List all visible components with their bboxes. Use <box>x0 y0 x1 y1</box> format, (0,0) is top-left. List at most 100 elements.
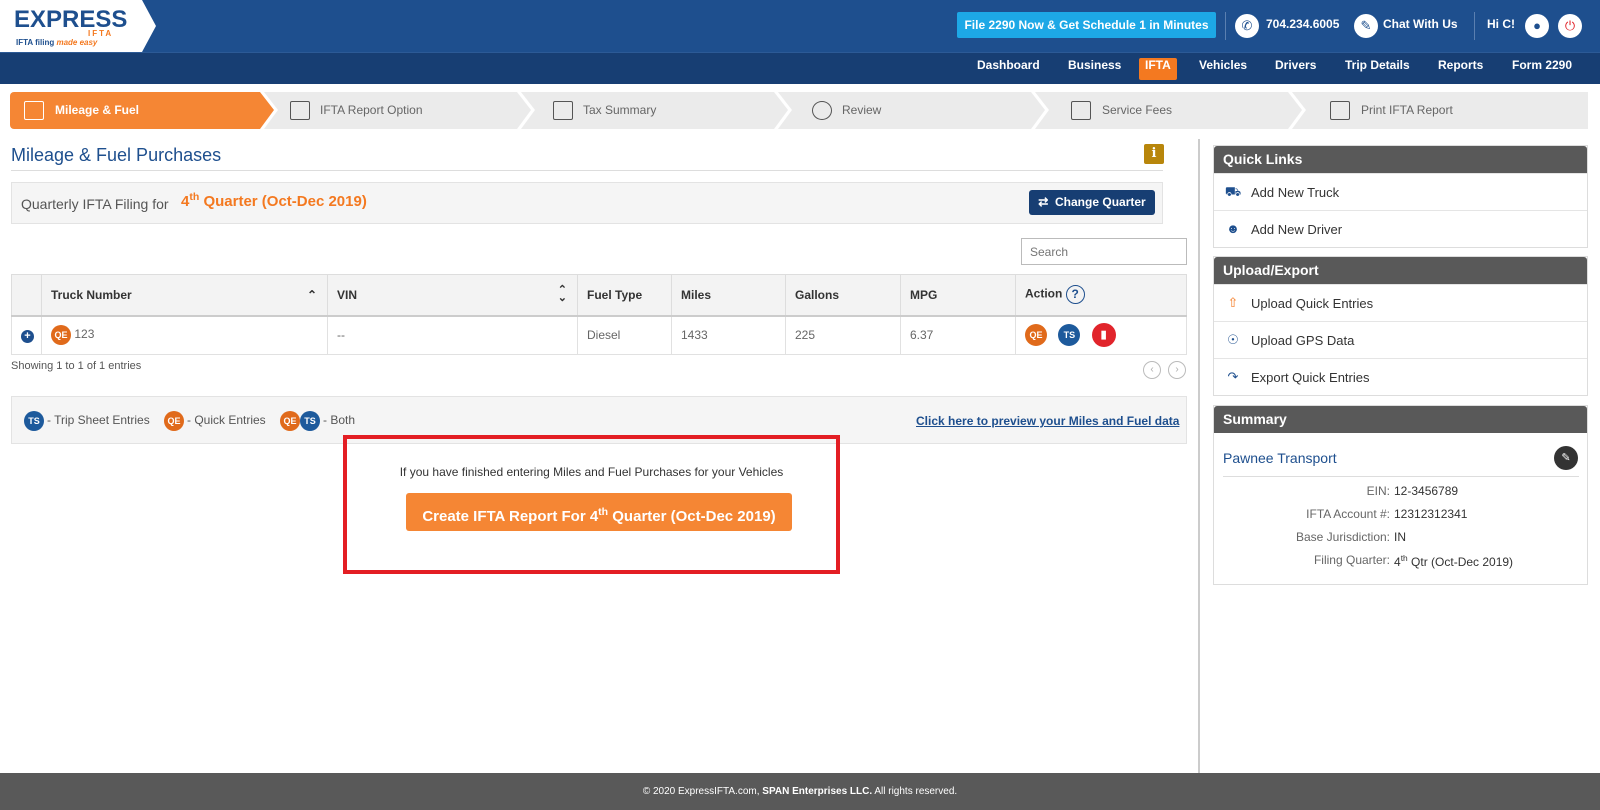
column-action: Action ? <box>1015 274 1187 317</box>
next-page-icon[interactable]: › <box>1168 361 1186 379</box>
business-name: Pawnee Transport <box>1223 450 1337 466</box>
table-header-row: Truck Number ⌃ VIN ⌃ ⌄ Fuel Type Miles Gall… <box>11 274 1187 317</box>
fuel-pump-icon <box>24 101 44 120</box>
create-report-highlight: If you have finished entering Miles and … <box>343 435 840 574</box>
edit-pencil-icon[interactable]: ✎ <box>1554 446 1578 470</box>
step-label: IFTA Report Option <box>320 103 423 117</box>
nav-dashboard[interactable]: Dashboard <box>971 58 1046 80</box>
table-info: Showing 1 to 1 of 1 entries <box>11 360 142 372</box>
export-icon: ↷ <box>1227 369 1239 384</box>
quick-entry-action-icon[interactable]: QE <box>1025 324 1047 347</box>
nav-form-2290[interactable]: Form 2290 <box>1506 58 1578 80</box>
quick-entry-badge-icon: QE <box>280 411 300 431</box>
vehicles-table: Truck Number ⌃ VIN ⌃ ⌄ Fuel Type Miles Gall… <box>11 274 1187 355</box>
prev-page-icon[interactable]: ‹ <box>1143 361 1161 379</box>
search-input[interactable] <box>1021 238 1187 265</box>
column-mpg: MPG <box>900 274 1016 317</box>
base-jurisdiction-label: Base Jurisdiction: <box>1295 530 1390 544</box>
cta-hint: If you have finished entering Miles and … <box>399 465 784 479</box>
quick-links-panel: Quick Links ⛟ Add New Truck ☻ Add New Dr… <box>1213 145 1588 248</box>
calculator-icon <box>553 101 573 120</box>
link-label: Add New Driver <box>1251 222 1343 237</box>
base-jurisdiction-value: IN <box>1394 530 1406 544</box>
user-profile-icon[interactable]: ● <box>1525 14 1549 38</box>
add-new-driver-link[interactable]: ☻ Add New Driver <box>1214 210 1587 247</box>
sort-icon[interactable]: ⌃ ⌄ <box>558 285 567 304</box>
delete-icon[interactable]: ▮ <box>1091 323 1116 348</box>
truck-number-cell: QE 123 <box>41 315 328 355</box>
nav-drivers[interactable]: Drivers <box>1269 58 1322 80</box>
footer-rights: All rights reserved. <box>874 786 958 797</box>
export-quick-entries-link[interactable]: ↷ Export Quick Entries <box>1214 358 1587 395</box>
truck-number: 123 <box>74 327 95 342</box>
step-arrow <box>260 92 274 129</box>
trip-sheet-badge-icon: TS <box>24 411 44 431</box>
file-2290-promo-button[interactable]: File 2290 Now & Get Schedule 1 in Minute… <box>957 12 1216 38</box>
upload-export-title: Upload/Export <box>1214 257 1587 284</box>
upload-export-panel: Upload/Export ⇧ Upload Quick Entries ☉ U… <box>1213 256 1588 396</box>
add-driver-icon: ☻ <box>1226 221 1240 236</box>
nav-vehicles[interactable]: Vehicles <box>1193 58 1253 80</box>
step-ifta-report-option[interactable]: IFTA Report Option <box>264 92 535 129</box>
trip-sheet-badge-icon: TS <box>300 411 320 431</box>
create-ifta-report-button[interactable]: Create IFTA Report For 4th Quarter (Oct-… <box>406 493 792 531</box>
expand-row-icon[interactable]: + <box>21 329 34 343</box>
legend-trip-sheet: TS - Trip Sheet Entries <box>24 411 150 431</box>
cash-register-icon <box>1071 101 1091 120</box>
step-review[interactable]: Review <box>778 92 1049 129</box>
fuel-type-cell: Diesel <box>577 315 672 355</box>
step-print-ifta-report[interactable]: Print IFTA Report <box>1292 92 1588 129</box>
phone-icon: ✆ <box>1235 14 1259 38</box>
nav-reports[interactable]: Reports <box>1432 58 1489 80</box>
add-new-truck-link[interactable]: ⛟ Add New Truck <box>1214 173 1587 210</box>
step-arrow <box>1288 92 1302 129</box>
vin-cell: -- <box>327 315 578 355</box>
step-mileage-fuel[interactable]: Mileage & Fuel <box>10 92 278 129</box>
shuffle-icon: ⇄ <box>1038 195 1049 209</box>
footer-company: SPAN Enterprises LLC. <box>762 786 873 797</box>
chat-with-us-link[interactable]: Chat With Us <box>1383 17 1458 31</box>
trip-sheet-action-icon[interactable]: TS <box>1058 324 1081 347</box>
step-label: Service Fees <box>1102 103 1173 117</box>
power-logout-icon[interactable]: ⏻ <box>1558 14 1582 38</box>
link-label: Add New Truck <box>1251 185 1340 200</box>
link-label: Upload Quick Entries <box>1251 296 1374 311</box>
sort-asc-icon[interactable]: ⌃ <box>307 288 317 302</box>
progress-steps: Mileage & Fuel IFTA Report Option Tax Su… <box>10 92 1588 129</box>
column-miles: Miles <box>671 274 786 317</box>
step-tax-summary[interactable]: Tax Summary <box>521 92 792 129</box>
step-label: Review <box>842 103 882 117</box>
nav-business[interactable]: Business <box>1062 58 1127 80</box>
chat-icon[interactable]: ✎ <box>1354 14 1378 38</box>
quick-entry-badge-icon: QE <box>164 411 184 431</box>
logo-divider <box>142 0 156 52</box>
column-truck-number[interactable]: Truck Number ⌃ <box>41 274 328 317</box>
column-gallons: Gallons <box>785 274 901 317</box>
column-vin[interactable]: VIN ⌃ ⌄ <box>327 274 578 317</box>
globe-icon: ☉ <box>1227 332 1239 347</box>
phone-number[interactable]: 704.234.6005 <box>1266 17 1339 31</box>
upload-gps-data-link[interactable]: ☉ Upload GPS Data <box>1214 321 1587 358</box>
filing-quarter-value: 4th Qtr (Oct-Dec 2019) <box>1394 553 1514 569</box>
step-arrow <box>774 92 788 129</box>
step-arrow <box>1031 92 1045 129</box>
step-label: Print IFTA Report <box>1361 103 1453 117</box>
logo-tagline: IFTA filing made easy <box>16 38 98 47</box>
nav-trip-details[interactable]: Trip Details <box>1339 58 1416 80</box>
step-label: Mileage & Fuel <box>55 103 140 117</box>
column-fuel-type: Fuel Type <box>577 274 672 317</box>
nav-ifta[interactable]: IFTA <box>1139 58 1177 80</box>
table-row: + QE 123 -- Diesel 1433 225 6.37 QE TS ▮ <box>11 315 1187 355</box>
upload-quick-entries-link[interactable]: ⇧ Upload Quick Entries <box>1214 284 1587 321</box>
printer-icon <box>1330 101 1350 120</box>
preview-miles-fuel-link[interactable]: Click here to preview your Miles and Fue… <box>916 414 1179 428</box>
help-icon[interactable]: ? <box>1065 285 1085 305</box>
title-divider <box>11 170 1163 171</box>
change-quarter-button[interactable]: ⇄ Change Quarter <box>1029 190 1155 215</box>
step-service-fees[interactable]: Service Fees <box>1035 92 1306 129</box>
info-icon[interactable]: i <box>1144 144 1164 164</box>
filing-quarter-label: Filing Quarter: <box>1313 553 1390 567</box>
footer: © 2020 ExpressIFTA.com, SPAN Enterprises… <box>0 773 1600 810</box>
logo[interactable]: EXPRESS IFTA IFTA filing made easy <box>0 0 142 52</box>
upload-icon: ⇧ <box>1227 295 1239 310</box>
